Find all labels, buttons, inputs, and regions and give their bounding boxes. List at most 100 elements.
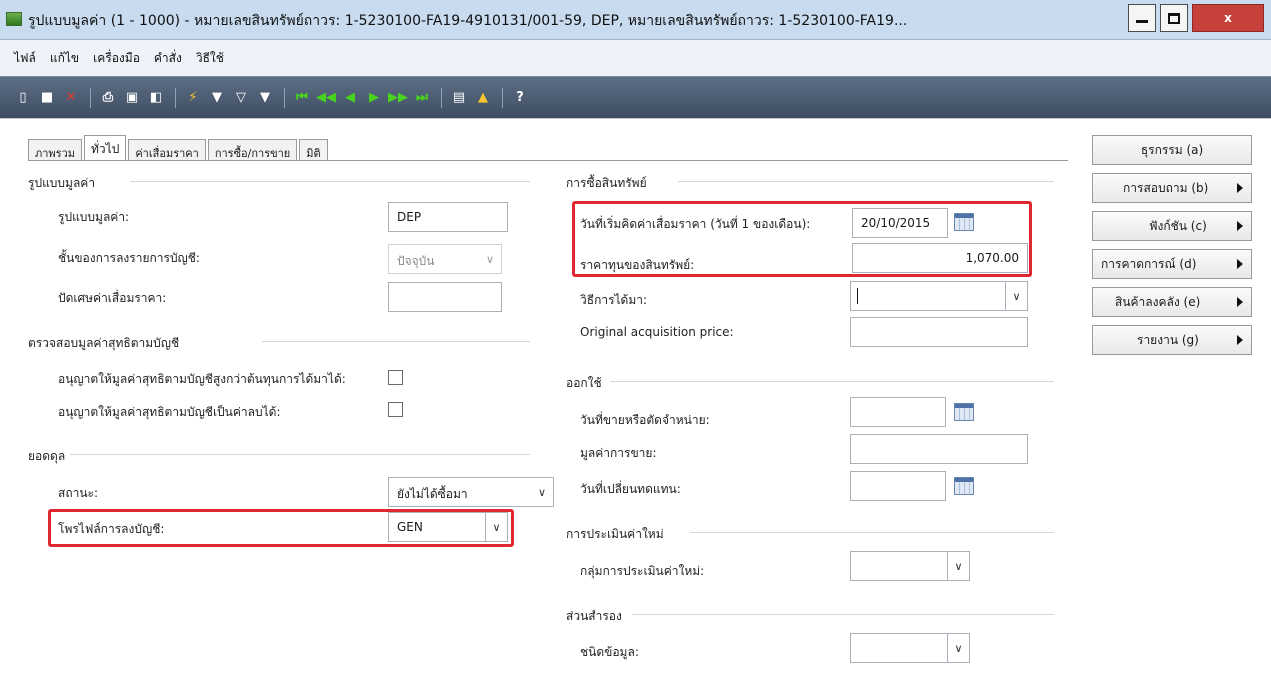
document-handling-icon[interactable]: ▤: [450, 89, 468, 107]
allow-nbv-higher-label: อนุญาตให้มูลค่าสุทธิตามบัญชีสูงกว่าต้นทุ…: [58, 372, 346, 386]
window-titlebar: รูปแบบมูลค่า (1 - 1000) - หมายเลขสินทรัพ…: [0, 0, 1271, 40]
section-value-model-title: รูปแบบมูลค่า: [28, 176, 96, 190]
chevron-right-icon: [1237, 183, 1243, 193]
remove-filter-icon[interactable]: ▼: [256, 89, 274, 107]
section-acquisition-title: การซื้อสินทรัพย์: [566, 176, 647, 190]
print-preview-icon[interactable]: ▣: [123, 89, 141, 107]
minimize-icon: [1136, 19, 1148, 23]
section-reserve-title: ส่วนสำรอง: [566, 609, 622, 623]
toolbar: ▯ ■ ✕ ⎙ ▣ ◧ ⚡ ▼ ▽ ▼ ⏮ ◀◀ ◀ ▶ ▶▶ ⏭ ▤ ▲ ?: [0, 76, 1271, 118]
chevron-right-icon: [1237, 221, 1243, 231]
sale-value-field[interactable]: [850, 434, 1028, 464]
menu-bar: ไฟล์ แก้ไข เครื่องมือ คำสั่ง วิธีใช้: [0, 40, 1271, 76]
toolbar-separator: [441, 87, 442, 108]
status-value: ยังไม่ได้ซื้อมา: [397, 487, 468, 501]
maximize-icon: [1168, 12, 1180, 24]
menu-edit[interactable]: แก้ไข: [50, 49, 79, 68]
previous-page-icon[interactable]: ◀◀: [316, 89, 336, 107]
sale-date-field[interactable]: [850, 397, 946, 427]
highlight-acquisition: [572, 201, 1032, 277]
chevron-right-icon: [1237, 297, 1243, 307]
transactions-button[interactable]: ธุรกรรม (a): [1092, 135, 1252, 165]
posting-layer-select[interactable]: ปัจจุบัน ∨: [388, 244, 502, 274]
acquisition-method-select[interactable]: ∨: [850, 281, 1028, 311]
tab-overview[interactable]: ภาพรวม: [28, 139, 83, 161]
maximize-button[interactable]: [1160, 4, 1188, 32]
calendar-icon[interactable]: [954, 403, 974, 421]
export-icon[interactable]: ◧: [147, 89, 165, 107]
chevron-down-icon: ∨: [485, 252, 495, 266]
menu-tools[interactable]: เครื่องมือ: [93, 49, 140, 68]
calendar-icon[interactable]: [954, 477, 974, 495]
value-model-field[interactable]: DEP: [388, 202, 508, 232]
section-rule: [678, 181, 1054, 182]
section-disposal-title: ออกใช้: [566, 376, 602, 390]
menu-file[interactable]: ไฟล์: [14, 49, 36, 68]
chevron-down-icon: ∨: [1005, 282, 1027, 310]
reports-label: รายงาน (g): [1137, 332, 1199, 347]
replacement-date-field[interactable]: [850, 471, 946, 501]
section-balance-title: ยอดดุล: [28, 449, 66, 463]
functions-label: ฟังก์ชัน (c): [1149, 218, 1207, 233]
advanced-filter-icon[interactable]: ▽: [232, 89, 250, 107]
form-content: ภาพรวม ทั่วไป ค่าเสื่อมราคา การซื้อ/การข…: [0, 118, 1271, 679]
revaluation-group-label: กลุ่มการประเมินค่าใหม่:: [580, 564, 705, 578]
chevron-right-icon: [1237, 335, 1243, 345]
status-select[interactable]: ยังไม่ได้ซื้อมา ∨: [388, 477, 554, 507]
alert-icon[interactable]: ▲: [474, 89, 492, 107]
functions-button[interactable]: ฟังก์ชัน (c): [1092, 211, 1252, 241]
next-page-icon[interactable]: ▶▶: [388, 89, 408, 107]
forecast-button[interactable]: การคาดการณ์ (d): [1092, 249, 1252, 279]
original-acquisition-price-label: Original acquisition price:: [580, 325, 734, 339]
tab-depreciation[interactable]: ค่าเสื่อมราคา: [128, 139, 206, 161]
forecast-label: การคาดการณ์ (d): [1101, 256, 1197, 271]
inventory-button[interactable]: สินค้าลงคลัง (e): [1092, 287, 1252, 317]
value-model-label: รูปแบบมูลค่า:: [58, 210, 130, 224]
previous-record-icon[interactable]: ◀: [341, 89, 359, 107]
sale-date-label: วันที่ขายหรือตัดจำหน่าย:: [580, 413, 710, 427]
delete-icon[interactable]: ✕: [62, 89, 80, 107]
menu-command[interactable]: คำสั่ง: [154, 49, 182, 68]
chevron-down-icon: ∨: [947, 634, 969, 662]
minimize-button[interactable]: [1128, 4, 1156, 32]
section-rule: [70, 454, 530, 455]
window-title: รูปแบบมูลค่า (1 - 1000) - หมายเลขสินทรัพ…: [28, 13, 908, 29]
inquiries-label: การสอบถาม (b): [1123, 180, 1209, 195]
original-acquisition-price-field[interactable]: [850, 317, 1028, 347]
status-label: สถานะ:: [58, 486, 99, 500]
allow-nbv-negative-checkbox[interactable]: [388, 402, 403, 417]
print-icon[interactable]: ⎙: [99, 89, 117, 107]
chevron-down-icon: ∨: [537, 485, 547, 499]
tab-general[interactable]: ทั่วไป: [84, 135, 127, 161]
new-record-icon[interactable]: ▯: [14, 89, 32, 107]
round-depreciation-field[interactable]: [388, 282, 502, 312]
filter-by-grid-icon[interactable]: ▼: [208, 89, 226, 107]
toolbar-separator: [175, 87, 176, 108]
filter-selection-icon[interactable]: ⚡: [184, 89, 202, 107]
menu-help[interactable]: วิธีใช้: [196, 49, 224, 68]
allow-nbv-higher-checkbox[interactable]: [388, 370, 403, 385]
tab-purchase-sale[interactable]: การซื้อ/การขาย: [207, 139, 298, 161]
reserve-type-select[interactable]: ∨: [850, 633, 970, 663]
reserve-type-label: ชนิดข้อมูล:: [580, 645, 639, 659]
section-rule: [262, 341, 530, 342]
highlight-posting-profile: [48, 509, 514, 547]
round-depreciation-label: ปัดเศษค่าเสื่อมราคา:: [58, 291, 167, 305]
inquiries-button[interactable]: การสอบถาม (b): [1092, 173, 1252, 203]
help-icon[interactable]: ?: [511, 89, 529, 107]
text-cursor: [857, 288, 858, 304]
reports-button[interactable]: รายงาน (g): [1092, 325, 1252, 355]
first-record-icon[interactable]: ⏮: [293, 89, 311, 107]
toolbar-separator: [90, 87, 91, 108]
toolbar-separator: [502, 87, 503, 108]
last-record-icon[interactable]: ⏭: [413, 89, 431, 107]
replacement-date-label: วันที่เปลี่ยนทดแทน:: [580, 482, 681, 496]
next-record-icon[interactable]: ▶: [365, 89, 383, 107]
save-icon[interactable]: ■: [38, 89, 56, 107]
close-button[interactable]: x: [1192, 4, 1264, 32]
tab-dimensions[interactable]: มิติ: [299, 139, 328, 161]
revaluation-group-select[interactable]: ∨: [850, 551, 970, 581]
posting-layer-value: ปัจจุบัน: [397, 254, 435, 268]
section-rule: [690, 532, 1054, 533]
tab-strip: ภาพรวม ทั่วไป ค่าเสื่อมราคา การซื้อ/การข…: [28, 135, 330, 161]
